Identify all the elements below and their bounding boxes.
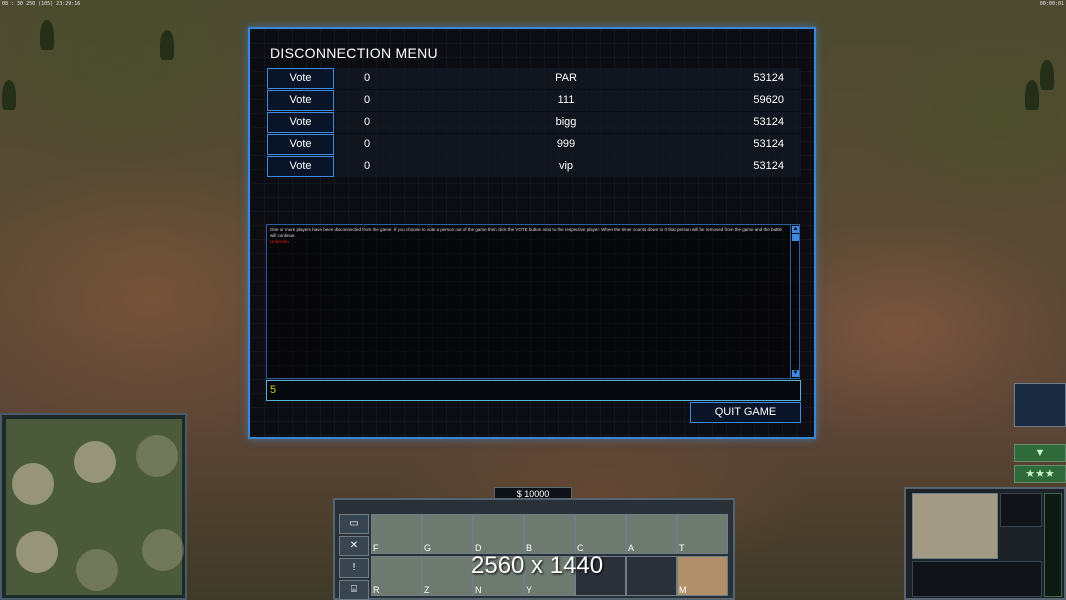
build-slot[interactable]: T (677, 514, 728, 554)
alert-tab-icon[interactable]: ! (339, 558, 369, 578)
info-text: One or more players have been disconnect… (270, 227, 783, 238)
hotkey-label: T (679, 543, 685, 553)
player-name: 111 (557, 94, 575, 106)
player-row: Vote 0 PAR 53124 (266, 68, 801, 90)
build-slot[interactable]: Z (422, 556, 473, 596)
hotkey-label: Z (424, 585, 430, 595)
build-slot[interactable]: C (575, 514, 626, 554)
satellite-power-icon[interactable] (1014, 383, 1066, 427)
expand-down-icon[interactable]: ▼ (1014, 444, 1066, 462)
build-slot[interactable]: A (626, 514, 677, 554)
info-warning: Unknown (270, 239, 289, 244)
hud-stats: 08 : 30 250 (105) 23:29:16 (2, 1, 81, 7)
player-votes: 0 (364, 116, 371, 128)
build-slot[interactable]: B (524, 514, 575, 554)
vote-button[interactable]: Vote (267, 156, 334, 177)
vote-button[interactable]: Vote (267, 112, 334, 133)
player-votes: 0 (364, 138, 371, 150)
resolution-watermark: 2560 x 1440 (471, 552, 604, 579)
hotkey-label: R (373, 585, 380, 595)
minimap[interactable] (0, 413, 187, 600)
minimap-base (74, 441, 116, 483)
build-slot[interactable]: R (371, 556, 422, 596)
tree (1025, 80, 1039, 110)
build-slot[interactable]: M (677, 556, 728, 596)
portrait-slot (912, 561, 1042, 597)
tree (160, 30, 174, 60)
experience-meter (1044, 493, 1062, 597)
player-ping: 53124 (753, 72, 784, 84)
hotkey-label: N (475, 585, 482, 595)
player-votes: 0 (364, 94, 371, 106)
hud-timer: 00:00:01 (1039, 1, 1064, 7)
disconnection-menu: DISCONNECTION MENU Vote 0 PAR 53124 Vote… (248, 27, 816, 439)
player-votes: 0 (364, 72, 371, 84)
hotkey-label: F (373, 543, 379, 553)
options-tab-icon[interactable]: ⌸ (339, 580, 369, 600)
hotkey-label: M (679, 585, 687, 595)
player-name: PAR (555, 72, 577, 84)
minimap-base (76, 549, 118, 591)
build-slot[interactable]: G (422, 514, 473, 554)
player-ping: 53124 (753, 116, 784, 128)
hotkey-label: A (628, 543, 635, 553)
player-row: Vote 0 999 53124 (266, 134, 801, 156)
menu-title: DISCONNECTION MENU (270, 45, 438, 61)
quit-game-button[interactable]: QUIT GAME (690, 402, 801, 423)
portrait-slot (1000, 493, 1042, 527)
build-slot[interactable]: F (371, 514, 422, 554)
player-ping: 53124 (753, 138, 784, 150)
tree (2, 80, 16, 110)
hotkey-label: Y (526, 585, 533, 595)
player-name: bigg (555, 116, 577, 128)
build-slot[interactable]: D (473, 514, 524, 554)
minimap-base (12, 463, 54, 505)
player-ping: 53124 (753, 160, 784, 172)
unit-portrait[interactable] (912, 493, 998, 559)
player-votes: 0 (364, 160, 371, 172)
vote-button[interactable]: Vote (267, 90, 334, 111)
player-row: Vote 0 vip 53124 (266, 156, 801, 178)
chat-input[interactable]: 5 (266, 380, 801, 401)
scrollbar[interactable]: ▲ ▼ (790, 225, 799, 378)
structures-tab-icon[interactable]: ▭ (339, 514, 369, 534)
command-bar: ▭ ✕ ! ⌸ F G D B C A T R Z N Y M 2560 x 1… (333, 498, 735, 600)
info-log[interactable]: One or more players have been disconnect… (266, 224, 800, 379)
hotkey-label: G (424, 543, 432, 553)
rank-stars-icon[interactable]: ★★★ (1014, 465, 1066, 483)
tree (40, 20, 54, 50)
unit-portrait-panel (904, 487, 1066, 600)
minimap-terrain (6, 419, 184, 595)
scroll-thumb[interactable] (792, 234, 799, 241)
scroll-down-icon[interactable]: ▼ (792, 370, 799, 377)
vote-button[interactable]: Vote (267, 134, 334, 155)
player-ping: 59620 (753, 94, 784, 106)
minimap-base (16, 531, 58, 573)
scroll-up-icon[interactable]: ▲ (792, 226, 799, 233)
tools-tab-icon[interactable]: ✕ (339, 536, 369, 556)
build-slot-empty (626, 556, 677, 596)
player-name: vip (558, 160, 574, 172)
player-row: Vote 0 111 59620 (266, 90, 801, 112)
player-name: 999 (556, 138, 576, 150)
minimap-base (136, 435, 178, 477)
tree (1040, 60, 1054, 90)
vote-button[interactable]: Vote (267, 68, 334, 89)
minimap-base (142, 529, 184, 571)
player-row: Vote 0 bigg 53124 (266, 112, 801, 134)
